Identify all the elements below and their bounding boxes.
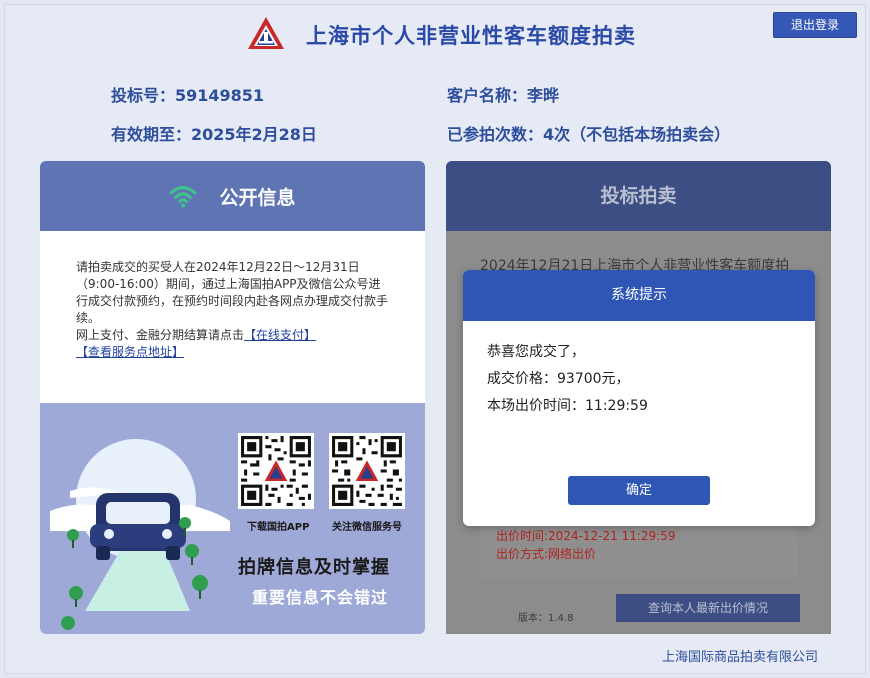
qr-wechat-caption: 关注微信服务号 — [332, 522, 402, 533]
qr-code-app — [238, 433, 314, 509]
wifi-icon — [169, 186, 197, 208]
online-pay-text: 网上支付、金融分期结算请点击 — [76, 328, 245, 342]
service-address-link[interactable]: 【查看服务点地址】 — [76, 345, 184, 359]
car-illustration — [50, 439, 230, 630]
public-info-header: 公开信息 — [40, 161, 425, 231]
public-info-title: 公开信息 — [219, 186, 296, 209]
dialog-ok-button[interactable]: 确定 — [568, 476, 710, 505]
bid-panel-title: 投标拍卖 — [446, 161, 831, 231]
online-pay-row: 网上支付、金融分期结算请点击【在线支付】 — [76, 327, 389, 344]
system-dialog: 系统提示 恭喜您成交了， 成交价格：93700元， 本场出价时间：11:29:5… — [463, 270, 815, 526]
query-bid-button[interactable]: 查询本人最新出价情况 — [616, 594, 800, 622]
qr-code-wechat — [329, 433, 405, 509]
company-footer: 上海国际商品拍卖有限公司 — [662, 650, 819, 665]
dialog-price: 成交价格：93700元， — [487, 371, 630, 387]
dialog-title: 系统提示 — [463, 270, 815, 321]
notice-text: 请拍卖成交的买受人在2024年12月22日～12月31日（9:00-16:00）… — [76, 260, 389, 325]
page-title: 上海市个人非营业性客车额度拍卖 — [306, 24, 636, 48]
public-notice: 请拍卖成交的买受人在2024年12月22日～12月31日（9:00-16:00）… — [40, 231, 425, 403]
auction-count: 已参拍次数：4次（不包括本场拍卖会） — [447, 125, 731, 144]
public-info-panel: 公开信息 请拍卖成交的买受人在2024年12月22日～12月31日（9:00-1… — [40, 161, 425, 634]
online-pay-link[interactable]: 【在线支付】 — [244, 328, 316, 342]
bid-method: 出价方式:网络出价 — [496, 547, 597, 561]
valid-until: 有效期至：2025年2月28日 — [111, 125, 317, 144]
bid-number: 投标号：59149851 — [111, 86, 265, 105]
version-label: 版本：1.4.8 — [518, 613, 574, 624]
logout-button[interactable]: 退出登录 — [773, 12, 857, 38]
promo-title: 拍牌信息及时掌握 — [238, 557, 390, 578]
customer-name: 客户名称：李晔 — [447, 86, 560, 105]
dialog-congrats: 恭喜您成交了， — [487, 344, 585, 360]
promo-area: 下载国拍APP 关注微信服务号 拍牌信息及时掌握 重要信息不会错过 — [40, 403, 425, 634]
dialog-bid-time: 本场出价时间：11:29:59 — [487, 398, 648, 414]
bid-time: 出价时间:2024-12-21 11:29:59 — [496, 529, 676, 543]
promo-subtitle: 重要信息不会错过 — [252, 588, 389, 607]
logo-icon — [248, 17, 284, 49]
qr-app-caption: 下载国拍APP — [247, 522, 310, 533]
